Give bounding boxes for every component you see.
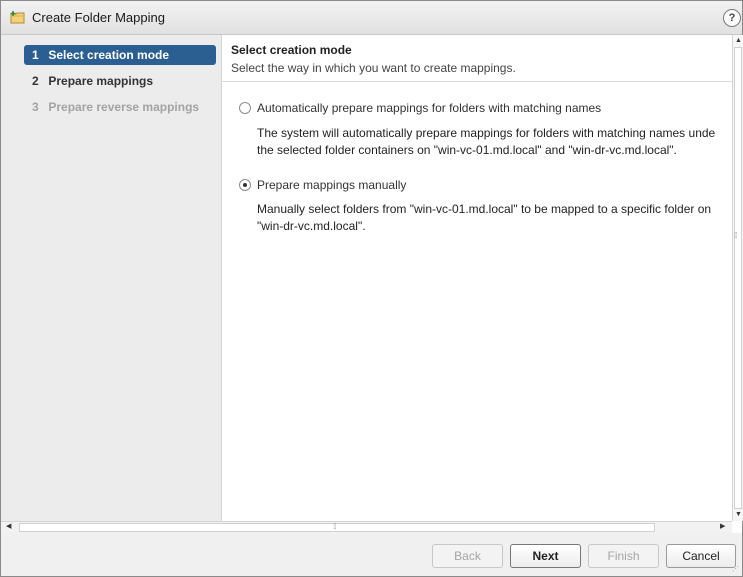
nav-step-prepare-reverse-mappings: 3 Prepare reverse mappings	[24, 97, 216, 117]
step-title: Select creation mode	[231, 43, 352, 57]
finish-button[interactable]: Finish	[588, 544, 659, 568]
help-button[interactable]: ?	[723, 9, 741, 27]
nav-step-label: Prepare mappings	[48, 74, 154, 88]
step-header: Select creation mode Select the way in w…	[222, 35, 732, 82]
step-content-panel: Select creation mode Select the way in w…	[222, 35, 732, 521]
nav-step-label: Select creation mode	[48, 48, 170, 62]
scroll-left-arrow-icon[interactable]: ◀	[6, 523, 11, 531]
nav-step-select-creation-mode[interactable]: 1 Select creation mode	[24, 45, 216, 65]
back-button[interactable]: Back	[432, 544, 503, 568]
description-line: the selected folder containers on "win-v…	[257, 143, 677, 157]
vertical-scrollbar[interactable]: ▲ ⁞⁞ ▼	[732, 35, 743, 521]
scroll-right-arrow-icon[interactable]: ▶	[720, 523, 725, 531]
nav-step-number: 3	[32, 100, 39, 114]
grip-icon: ⁞⁞	[333, 522, 337, 531]
nav-step-label: Prepare reverse mappings	[48, 100, 200, 114]
title-bar[interactable]: Create Folder Mapping ?	[1, 1, 742, 35]
step-subtitle: Select the way in which you want to crea…	[231, 61, 516, 75]
horizontal-scrollbar[interactable]: ◀ ⁞⁞ ▶	[1, 521, 732, 533]
scroll-up-arrow-icon[interactable]: ▲	[735, 37, 742, 45]
create-folder-mapping-dialog: Create Folder Mapping ? 1 Select creatio…	[0, 0, 743, 577]
auto-mapping-description: The system will automatically prepare ma…	[257, 125, 715, 159]
manual-mapping-label[interactable]: Prepare mappings manually	[257, 178, 406, 192]
nav-step-prepare-mappings[interactable]: 2 Prepare mappings	[24, 71, 216, 91]
auto-mapping-label[interactable]: Automatically prepare mappings for folde…	[257, 101, 601, 115]
manual-mapping-description: Manually select folders from "win-vc-01.…	[257, 201, 711, 235]
description-line: Manually select folders from "win-vc-01.…	[257, 202, 712, 216]
resize-grip-icon[interactable]: ⋰	[732, 565, 739, 573]
wizard-step-nav: 1 Select creation mode 2 Prepare mapping…	[1, 35, 222, 521]
description-line: The system will automatically prepare ma…	[257, 126, 716, 140]
scroll-down-arrow-icon[interactable]: ▼	[735, 511, 742, 519]
description-line: "win-dr-vc.md.local".	[257, 219, 366, 233]
manual-mapping-radio[interactable]	[239, 179, 251, 191]
nav-step-number: 1	[32, 48, 39, 62]
dialog-footer: Back Next Finish Cancel ⋰	[1, 533, 742, 576]
nav-step-number: 2	[32, 74, 39, 88]
dialog-title: Create Folder Mapping	[32, 10, 165, 25]
horizontal-scroll-thumb[interactable]	[19, 523, 655, 532]
grip-icon: ⁞⁞	[734, 231, 738, 240]
cancel-button[interactable]: Cancel	[666, 544, 736, 568]
folder-add-icon	[10, 11, 25, 24]
auto-mapping-radio[interactable]	[239, 102, 251, 114]
vertical-scroll-thumb[interactable]	[734, 47, 742, 509]
next-button[interactable]: Next	[510, 544, 581, 568]
